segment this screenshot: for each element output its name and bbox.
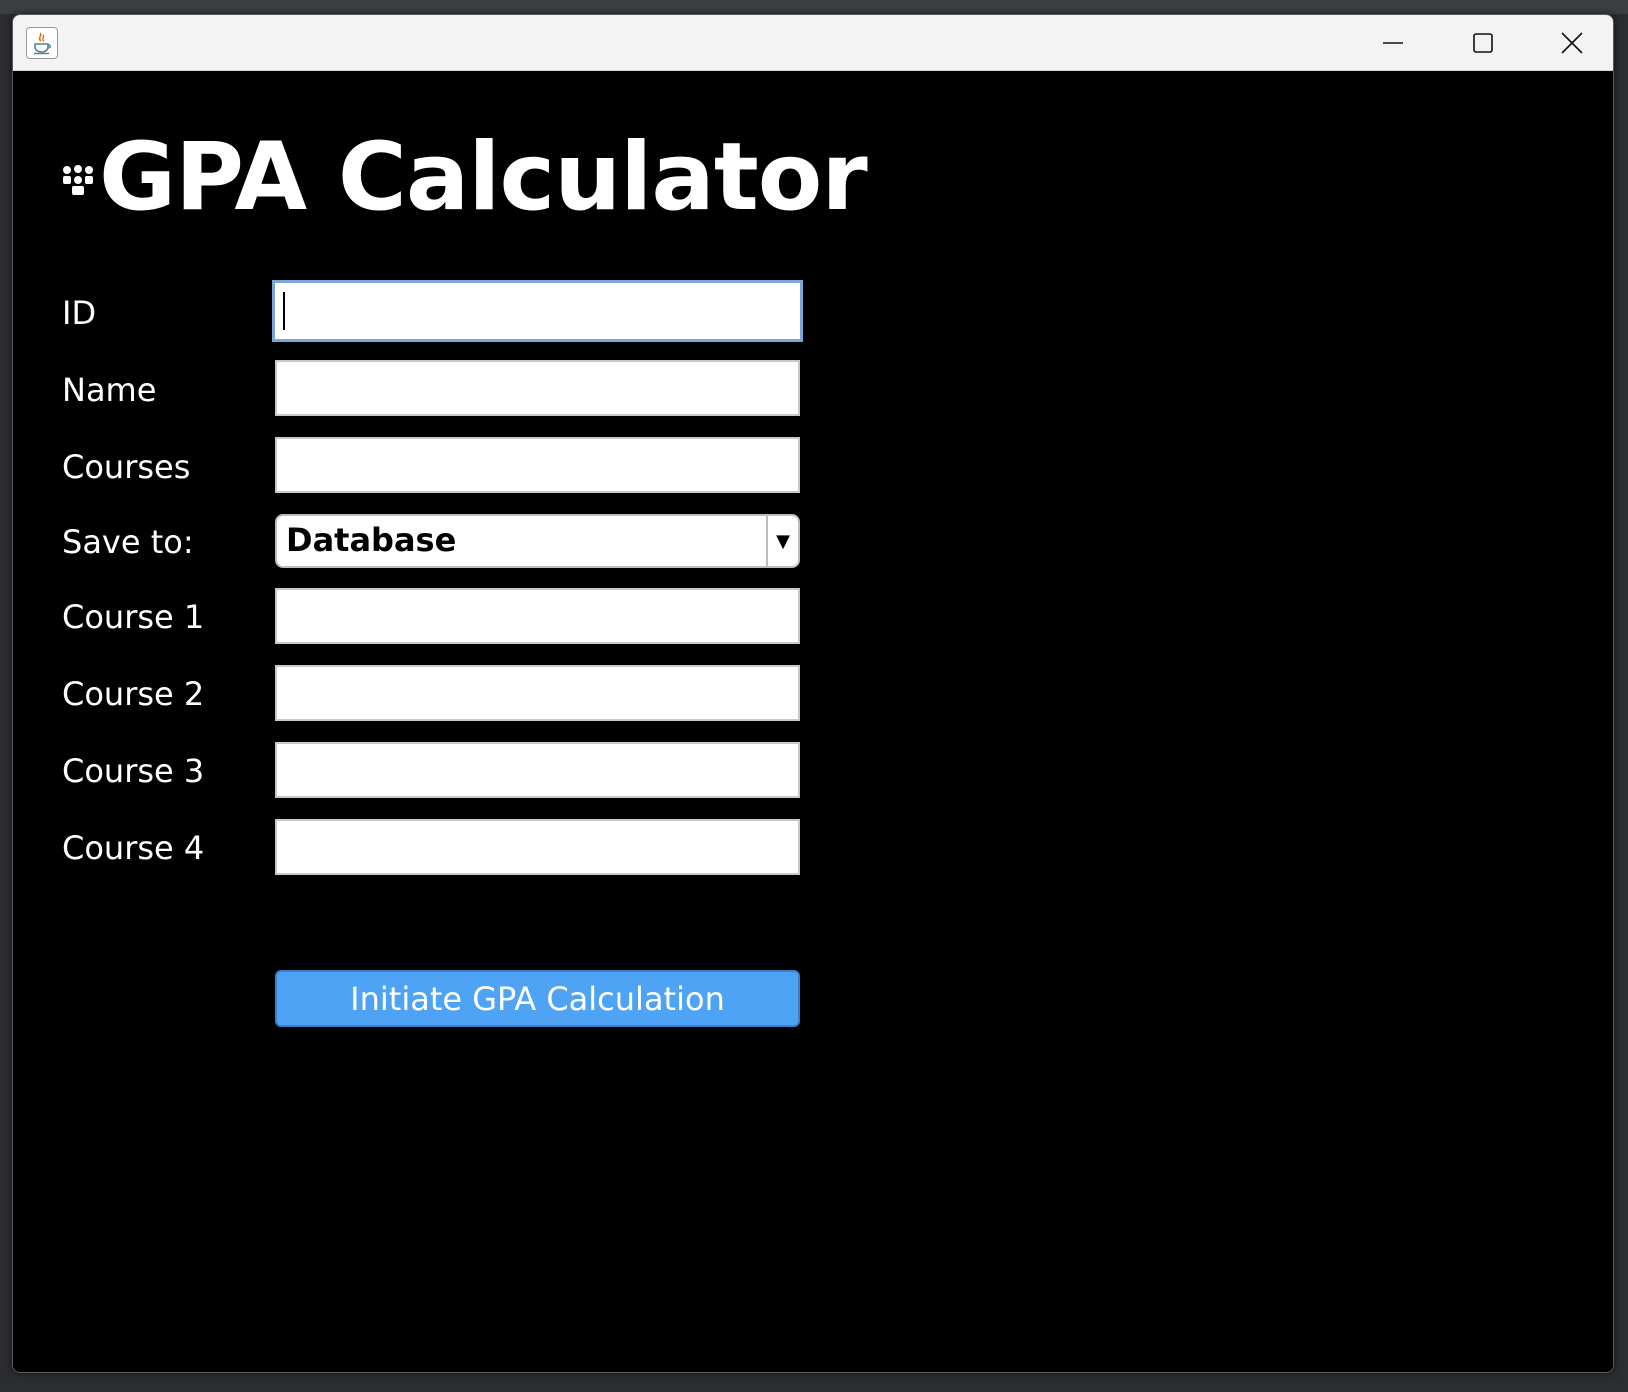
save-to-label: Save to:: [62, 523, 194, 561]
close-icon: [1561, 31, 1583, 54]
courses-label: Courses: [62, 448, 191, 486]
dropdown-arrow-icon[interactable]: ▼: [766, 516, 798, 566]
people-icon: [61, 164, 95, 198]
title-row: GPA Calculator: [61, 123, 868, 232]
course3-field[interactable]: [275, 742, 800, 798]
course4-field[interactable]: [275, 819, 800, 875]
course2-field[interactable]: [275, 665, 800, 721]
text-caret: [283, 292, 285, 330]
id-field[interactable]: [272, 280, 803, 342]
name-field[interactable]: [275, 360, 800, 416]
form-panel: GPA Calculator ID Name Courses Save to: …: [13, 71, 1613, 1372]
save-to-selected: Database: [286, 521, 457, 559]
maximize-icon: [1473, 32, 1493, 53]
course3-label: Course 3: [62, 752, 205, 790]
close-button[interactable]: [1531, 15, 1613, 70]
maximize-button[interactable]: [1438, 15, 1528, 70]
save-to-dropdown[interactable]: Database ▼: [275, 514, 800, 568]
course4-label: Course 4: [62, 829, 205, 867]
course2-label: Course 2: [62, 675, 205, 713]
app-window: GPA Calculator ID Name Courses Save to: …: [12, 14, 1614, 1373]
java-app-icon: [26, 27, 58, 59]
name-label: Name: [62, 371, 157, 409]
initiate-gpa-calculation-button[interactable]: Initiate GPA Calculation: [275, 970, 800, 1027]
course1-field[interactable]: [275, 588, 800, 644]
page-title: GPA Calculator: [99, 123, 868, 232]
minimize-icon: [1383, 33, 1403, 53]
minimize-button[interactable]: [1348, 15, 1438, 70]
courses-field[interactable]: [275, 437, 800, 493]
title-bar[interactable]: [13, 15, 1613, 71]
course1-label: Course 1: [62, 598, 205, 636]
background-ide-toolbar: [0, 0, 1628, 14]
id-label: ID: [62, 294, 97, 332]
